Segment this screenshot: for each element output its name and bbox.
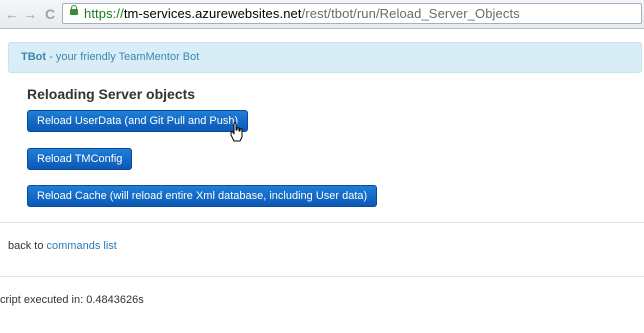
back-to-commands: back to commands list [8, 240, 117, 252]
url-protocol: https:// [84, 6, 124, 21]
commands-list-link[interactable]: commands list [47, 240, 117, 252]
divider [0, 222, 644, 223]
forward-arrow-icon[interactable]: → [22, 6, 38, 22]
divider [0, 276, 644, 277]
reload-icon[interactable]: C [42, 6, 58, 22]
back-arrow-icon[interactable]: ← [4, 6, 20, 22]
reload-cache-button[interactable]: Reload Cache (will reload entire Xml dat… [27, 185, 378, 207]
page-title: Reloading Server objects [27, 86, 196, 102]
hand-cursor-icon [230, 122, 243, 142]
banner-brand: TBot [21, 51, 47, 63]
browser-toolbar: ← → C https://tm-services.azurewebsites.… [0, 0, 644, 29]
script-execution-time: cript executed in: 0.4843626s [0, 294, 144, 306]
lock-icon [70, 5, 78, 15]
url-host: tm-services.azurewebsites.net [123, 6, 302, 21]
url-text[interactable]: https://tm-services.azurewebsites.net/re… [84, 6, 520, 21]
address-bar[interactable]: https://tm-services.azurewebsites.net/re… [62, 3, 642, 24]
banner-tagline: - your friendly TeamMentor Bot [46, 51, 200, 63]
reload-tmconfig-button[interactable]: Reload TMConfig [27, 148, 133, 170]
banner-text: TBot - your friendly TeamMentor Bot [21, 51, 199, 63]
url-path: /rest/tbot/run/Reload_Server_Objects [301, 6, 520, 21]
tbot-banner: TBot - your friendly TeamMentor Bot [8, 42, 642, 73]
reload-userdata-button[interactable]: Reload UserData (and Git Pull and Push) [27, 110, 249, 132]
back-prefix: back to [8, 240, 47, 252]
